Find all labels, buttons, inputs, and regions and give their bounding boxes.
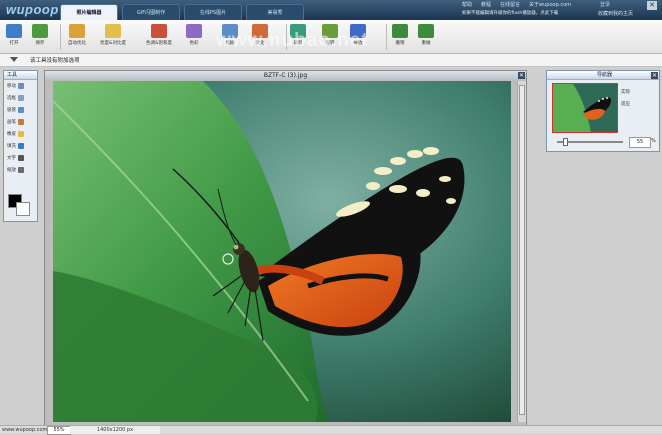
- tutorial-link[interactable]: 教程: [481, 1, 491, 8]
- thumbnail-image: [553, 84, 617, 132]
- tool-move[interactable]: 移动: [4, 80, 37, 92]
- app-logo: wupoop: [6, 2, 59, 17]
- fill-icon: [18, 143, 24, 149]
- toolbar-button-label: 自动优化: [68, 41, 86, 46]
- toolbar-button-label: 色彩: [189, 41, 199, 46]
- toolbar-separator: [60, 24, 61, 50]
- butterfly-photo: [53, 81, 511, 422]
- zoom-icon: [18, 167, 24, 173]
- tool-label: 吸管: [7, 108, 16, 113]
- toolbar-separator: [386, 24, 387, 50]
- scrollbar-thumb[interactable]: [519, 85, 525, 415]
- status-zoom[interactable]: 55%: [47, 426, 71, 435]
- tool-fill[interactable]: 填充: [4, 140, 37, 152]
- options-bar: 该工具没有附加选项: [0, 54, 662, 67]
- tool-zoom[interactable]: 缩放: [4, 164, 37, 176]
- eyedropper-icon: [18, 107, 24, 113]
- main-tabs: 照片编辑器 GIF闪图制作 在线PS图片 美易秀: [60, 4, 304, 20]
- options-hint: 该工具没有附加选项: [30, 58, 80, 64]
- fit-screen-button[interactable]: 适应: [621, 99, 630, 111]
- top-links: 帮助 教程 在线留言 关于wupoop.com: [462, 1, 571, 8]
- marquee-icon: [18, 95, 24, 101]
- redo-icon: [418, 24, 434, 38]
- tool-eraser[interactable]: 橡皮: [4, 128, 37, 140]
- about-link[interactable]: 关于wupoop.com: [529, 1, 571, 8]
- toolbar-button-0[interactable]: 打开: [6, 22, 22, 51]
- tool-eyedropper[interactable]: 吸管: [4, 104, 37, 116]
- toolbar-button-label: 保存: [35, 41, 45, 46]
- toolbar-button-label: 撤销: [395, 41, 405, 46]
- undo-icon: [392, 24, 408, 38]
- tool-label: 文字: [7, 156, 16, 161]
- toolbar-button-label: 打开: [9, 41, 19, 46]
- top-bar: wupoop 照片编辑器 GIF闪图制作 在线PS图片 美易秀 帮助 教程 在线…: [0, 0, 662, 20]
- close-icon[interactable]: ✕: [647, 1, 657, 10]
- tools-panel-title: 工具: [4, 71, 37, 80]
- toolbar-button-12[interactable]: 重做: [418, 22, 434, 51]
- toolbar-button-2[interactable]: 自动优化: [68, 22, 86, 51]
- text-icon: [18, 155, 24, 161]
- tab-meiyixiu[interactable]: 美易秀: [246, 4, 304, 20]
- color-swatches: [8, 194, 30, 216]
- toolbar-button-3[interactable]: 亮度&对比度: [100, 22, 126, 51]
- tool-brush[interactable]: 画笔: [4, 116, 37, 128]
- auto-enhance-icon: [69, 24, 85, 38]
- document-title: BZTF-C (3).jpg: [45, 71, 526, 80]
- toolbar-button-5[interactable]: 色彩: [186, 22, 202, 51]
- brush-icon: [18, 119, 24, 125]
- toolbar-button-11[interactable]: 撤销: [392, 22, 408, 51]
- feedback-link[interactable]: 在线留言: [500, 1, 520, 8]
- zoom-slider-handle[interactable]: [563, 138, 568, 146]
- collapse-arrow-icon[interactable]: [10, 57, 18, 62]
- tab-gif-maker[interactable]: GIF闪图制作: [122, 4, 180, 20]
- document-close-icon[interactable]: ✕: [518, 72, 525, 79]
- bookmark-link[interactable]: 收藏到我的主页: [598, 10, 633, 17]
- toolbar-button-label: 色调&饱和度: [146, 41, 173, 46]
- tool-label: 选框: [7, 96, 16, 101]
- navigator-buttons: 实际 适应: [621, 87, 630, 111]
- hue-saturation-icon: [151, 24, 167, 38]
- tool-label: 缩放: [7, 168, 16, 173]
- actual-size-button[interactable]: 实际: [621, 87, 630, 99]
- toolbar-button-4[interactable]: 色调&饱和度: [146, 22, 172, 51]
- navigator-title: 导航器: [547, 71, 659, 80]
- tool-label: 移动: [7, 84, 16, 89]
- tool-label: 填充: [7, 144, 16, 149]
- navigator-panel: 导航器 ✕ 实际 适应 55 %: [546, 70, 660, 152]
- vertical-scrollbar[interactable]: [517, 81, 526, 422]
- login-link[interactable]: 登录: [600, 1, 610, 8]
- tab-online-ps[interactable]: 在线PS图片: [184, 4, 242, 20]
- watermark-text: www.nubao.net: [216, 30, 369, 51]
- brightness-contrast-icon: [105, 24, 121, 38]
- background-color-swatch[interactable]: [16, 202, 30, 216]
- open-folder-icon: [6, 24, 22, 38]
- navigator-thumbnail[interactable]: [552, 83, 618, 133]
- tab-photo-editor[interactable]: 照片编辑器: [60, 4, 118, 20]
- eraser-icon: [18, 131, 24, 137]
- help-link[interactable]: 帮助: [462, 1, 472, 8]
- tool-label: 橡皮: [7, 132, 16, 137]
- tool-text[interactable]: 文字: [4, 152, 37, 164]
- tool-label: 画笔: [7, 120, 16, 125]
- document-window: BZTF-C (3).jpg ✕: [44, 70, 527, 427]
- zoom-input[interactable]: 55: [629, 137, 651, 148]
- toolbar-button-1[interactable]: 保存: [32, 22, 48, 51]
- color-icon: [186, 24, 202, 38]
- tools-panel: 工具 移动选框吸管画笔橡皮填充文字缩放: [3, 70, 38, 222]
- image-canvas[interactable]: [53, 81, 511, 422]
- toolbar-button-label: 亮度&对比度: [100, 41, 127, 46]
- zoom-percent-label: %: [651, 138, 656, 144]
- move-icon: [18, 83, 24, 89]
- tool-marquee[interactable]: 选框: [4, 92, 37, 104]
- toolbar-button-label: 重做: [421, 41, 431, 46]
- save-disk-icon: [32, 24, 48, 38]
- flash-notice[interactable]: 如果不能编辑请升级你的flash播放器，点此下载: [462, 10, 558, 16]
- navigator-close-icon[interactable]: ✕: [651, 72, 658, 79]
